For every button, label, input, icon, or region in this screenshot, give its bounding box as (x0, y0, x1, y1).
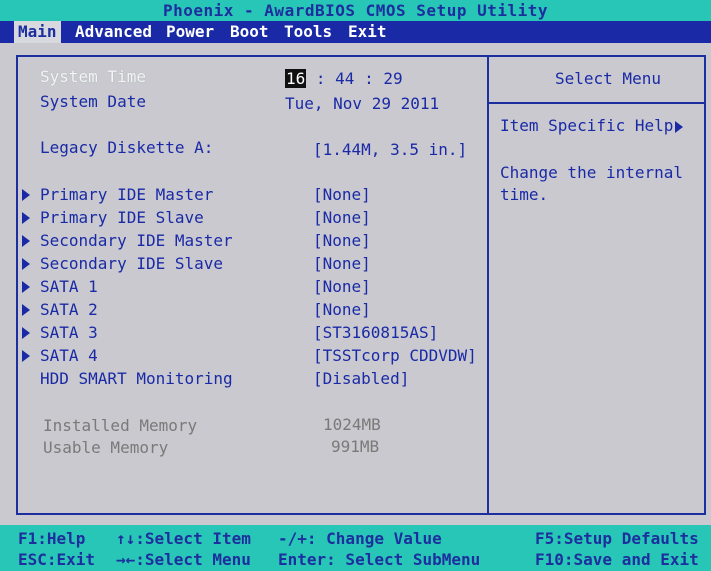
setting-item-label[interactable]: Primary IDE Master (40, 185, 213, 205)
key-f1-help: F1:Help (18, 529, 86, 548)
setting-item-label[interactable]: Secondary IDE Slave (40, 254, 223, 274)
time-hour-field[interactable]: 16 (285, 69, 307, 88)
submenu-arrow-icon (22, 258, 30, 270)
submenu-arrow-icon (22, 327, 30, 339)
key-f10-save-exit: F10:Save and Exit (535, 550, 699, 569)
key-help-bar: F1:Help ESC:Exit ↑↓:Select Item →←:Selec… (0, 525, 711, 571)
setting-item-value[interactable]: [None] (313, 185, 371, 205)
help-text: Change the internal time. (500, 163, 684, 204)
system-date-label: System Date (40, 92, 146, 111)
submenu-arrow-icon (22, 281, 30, 293)
item-specific-help: Item Specific Help (500, 116, 684, 135)
setting-item-label[interactable]: HDD SMART Monitoring (40, 369, 233, 389)
usable-memory-value: 991MB (331, 437, 380, 456)
help-divider (489, 102, 704, 104)
setting-item-value[interactable]: [None] (313, 254, 371, 274)
key-f5-defaults: F5:Setup Defaults (535, 529, 699, 548)
submenu-arrow-icon (22, 212, 30, 224)
item-specific-help-label: Item Specific Help (500, 116, 674, 135)
setting-item-label[interactable]: Primary IDE Slave (40, 208, 204, 228)
time-minute-field[interactable]: 44 (335, 69, 354, 88)
tab-advanced[interactable]: Advanced (71, 21, 156, 43)
setting-item-label[interactable]: SATA 4 (40, 346, 98, 366)
tab-power[interactable]: Power (162, 21, 218, 43)
submenu-arrow-icon (22, 235, 30, 247)
system-time-value[interactable]: 16 : 44 : 29 (285, 69, 403, 89)
system-date-row[interactable]: System Date (40, 92, 146, 112)
panel-divider (487, 57, 489, 513)
submenu-arrow-icon (22, 350, 30, 362)
tab-boot[interactable]: Boot (226, 21, 273, 43)
setting-item-value[interactable]: [None] (313, 231, 371, 251)
tab-main[interactable]: Main (14, 21, 61, 43)
system-time-row[interactable]: System Time (40, 67, 146, 87)
key-change-value: -/+: Change Value (278, 529, 442, 548)
installed-memory-label: Installed Memory (43, 416, 198, 435)
key-select-menu: →←:Select Menu (116, 550, 251, 569)
setting-item-label[interactable]: SATA 2 (40, 300, 98, 320)
setting-item-value[interactable]: [ST3160815AS] (313, 323, 438, 343)
submenu-arrow-icon (22, 304, 30, 316)
system-date-value[interactable]: Tue, Nov 29 2011 (285, 94, 439, 114)
legacy-diskette-row[interactable]: Legacy Diskette A: (40, 138, 213, 158)
installed-memory-value: 1024MB (323, 415, 381, 434)
help-title: Select Menu (555, 69, 661, 88)
system-time-label: System Time (40, 67, 146, 86)
key-select-item: ↑↓:Select Item (116, 529, 251, 548)
time-second-field[interactable]: 29 (383, 69, 402, 88)
setting-item-label[interactable]: Secondary IDE Master (40, 231, 233, 251)
legacy-diskette-value[interactable]: [1.44M, 3.5 in.] (313, 140, 467, 160)
setting-item-value[interactable]: [TSSTcorp CDDVDW] (313, 346, 477, 366)
legacy-diskette-label: Legacy Diskette A: (40, 138, 214, 157)
usable-memory-label: Usable Memory (43, 438, 169, 457)
key-enter-submenu: Enter: Select SubMenu (278, 550, 481, 569)
setting-item-label[interactable]: SATA 3 (40, 323, 98, 343)
submenu-arrow-icon (22, 189, 30, 201)
window-title: Phoenix - AwardBIOS CMOS Setup Utility (0, 0, 711, 21)
key-esc-exit: ESC:Exit (18, 550, 96, 569)
setting-item-label[interactable]: SATA 1 (40, 277, 98, 297)
setting-item-value[interactable]: [Disabled] (313, 369, 409, 389)
arrow-right-icon (675, 120, 684, 133)
setting-item-value[interactable]: [None] (313, 208, 371, 228)
menu-bar: Main Advanced Power Boot Tools Exit (0, 21, 711, 43)
setting-item-value[interactable]: [None] (313, 300, 371, 320)
tab-exit[interactable]: Exit (344, 21, 391, 43)
tab-tools[interactable]: Tools (280, 21, 336, 43)
setting-item-value[interactable]: [None] (313, 277, 371, 297)
